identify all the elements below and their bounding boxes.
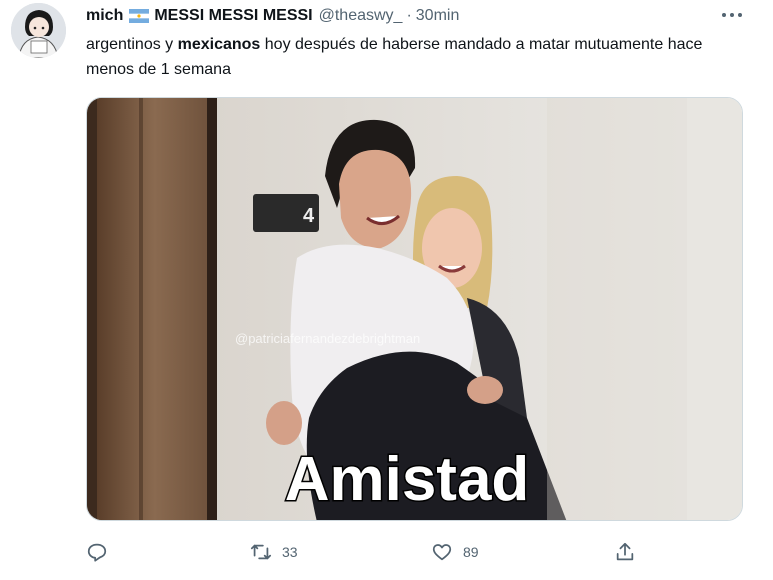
reply-button[interactable] (86, 538, 118, 566)
timestamp[interactable]: 30min (416, 7, 460, 25)
avatar[interactable] (11, 3, 66, 58)
separator-dot: · (406, 7, 412, 24)
avatar-image (11, 3, 66, 58)
door-number: 4 (303, 205, 315, 227)
more-icon (720, 13, 744, 17)
meme-caption: Amistad (285, 445, 530, 514)
like-button[interactable]: 89 (431, 538, 479, 566)
share-button[interactable] (614, 538, 636, 566)
author-name[interactable]: mich (86, 7, 123, 25)
more-options-button[interactable] (718, 6, 746, 24)
tweet-text-part: argentinos y (86, 36, 178, 53)
tweet-text-bold: mexicanos (177, 36, 261, 53)
tweet-actions: 33 89 (86, 538, 746, 566)
tweet-media[interactable]: 4 @patriciafernandezdebrightman Amistad (86, 97, 743, 521)
tweet-text: argentinos y mexicanos hoy después de ha… (86, 32, 736, 82)
retweet-button[interactable]: 33 (250, 538, 298, 566)
retweet-count: 33 (282, 544, 298, 560)
display-name[interactable]: MESSI MESSI MESSI (154, 7, 312, 25)
retweet-icon (250, 544, 272, 560)
like-icon (432, 544, 452, 561)
like-count: 89 (463, 544, 479, 560)
share-icon (616, 542, 634, 561)
argentina-flag-icon (129, 9, 150, 23)
author-handle[interactable]: @theaswy_ (319, 7, 403, 25)
reply-icon (87, 543, 107, 562)
media-image: 4 @patriciafernandezdebrightman Amistad (87, 98, 742, 520)
tweet-header: mich MESSI MESSI MESSI @theaswy_ · 30min (86, 5, 459, 27)
image-watermark: @patriciafernandezdebrightman (235, 331, 420, 346)
